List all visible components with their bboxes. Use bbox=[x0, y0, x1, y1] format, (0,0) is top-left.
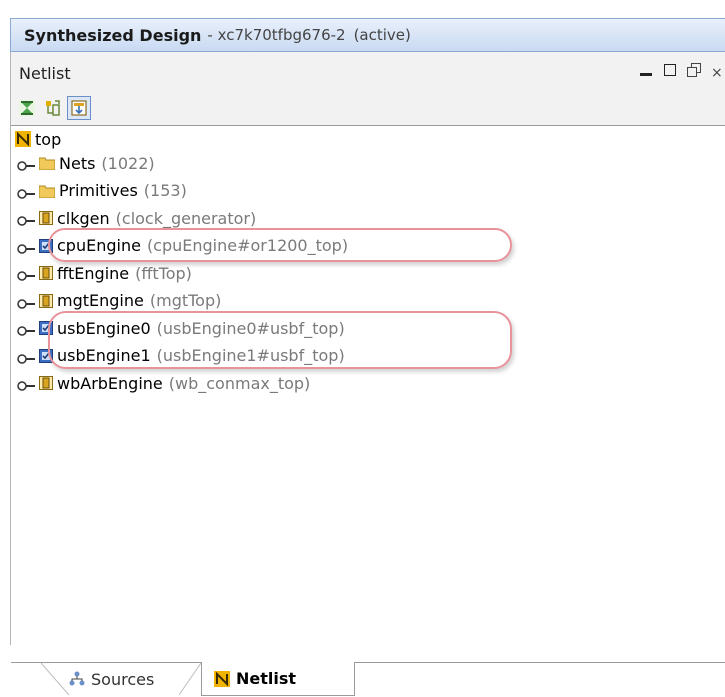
tree-node-mgtengine[interactable]: mgtEngine (mgtTop) bbox=[17, 290, 221, 312]
tree-node-fftengine[interactable]: fftEngine (fftTop) bbox=[17, 262, 192, 284]
expand-toggle-icon[interactable] bbox=[17, 157, 37, 171]
show-selected-button[interactable] bbox=[67, 96, 91, 120]
tree-node-label: wbArbEngine bbox=[57, 373, 163, 393]
black-box-icon bbox=[39, 238, 53, 253]
tree-node-detail: (usbEngine1#usbf_top) bbox=[156, 346, 345, 365]
expand-all-icon bbox=[46, 100, 60, 116]
expand-toggle-icon[interactable] bbox=[17, 240, 37, 254]
tree-node-label: usbEngine1 bbox=[57, 346, 151, 365]
tree-node-clkgen[interactable]: clkgen (clock_generator) bbox=[17, 207, 256, 229]
minimize-icon[interactable] bbox=[639, 62, 653, 78]
collapse-all-icon bbox=[19, 100, 35, 116]
panel-header: Netlist × bbox=[11, 52, 725, 94]
tree-node-label: cpuEngine bbox=[57, 236, 141, 255]
tree-node-usbengine1[interactable]: usbEngine1 (usbEngine1#usbf_top) bbox=[17, 345, 345, 367]
tree-node-detail: (clock_generator) bbox=[115, 208, 257, 228]
design-part: - xc7k70tfbg676-2 bbox=[207, 26, 346, 44]
tree-node-detail: (usbEngine0#usbf_top) bbox=[156, 318, 345, 338]
tree-node-detail: (153) bbox=[143, 181, 187, 200]
show-selected-icon bbox=[71, 100, 87, 116]
tree-node-usbengine0[interactable]: usbEngine0 (usbEngine0#usbf_top) bbox=[17, 317, 345, 339]
expand-toggle-icon[interactable] bbox=[17, 212, 37, 226]
folder-icon bbox=[39, 156, 55, 170]
cell-icon bbox=[39, 293, 53, 308]
tree-node-detail: (cpuEngine#or1200_top) bbox=[146, 236, 349, 255]
black-box-icon bbox=[39, 321, 53, 335]
tree-node-wbarbengine[interactable]: wbArbEngine (wb_conmax_top) bbox=[17, 372, 310, 394]
expand-toggle-icon[interactable] bbox=[17, 185, 37, 199]
tab-sources[interactable]: Sources bbox=[69, 663, 154, 695]
netlist-icon bbox=[214, 670, 230, 687]
tree-node-label: clkgen bbox=[57, 208, 110, 228]
tree-root-label: top bbox=[35, 129, 62, 149]
tree-node-detail: (1022) bbox=[101, 153, 155, 173]
tab-netlist[interactable]: Netlist bbox=[201, 662, 355, 696]
design-title: Synthesized Design bbox=[24, 25, 202, 45]
restore-icon[interactable] bbox=[687, 62, 701, 78]
tree-node-label: usbEngine0 bbox=[57, 318, 151, 338]
expand-toggle-icon[interactable] bbox=[17, 350, 37, 364]
tree-node-cpuengine[interactable]: cpuEngine (cpuEngine#or1200_top) bbox=[17, 235, 348, 257]
tree-root[interactable]: top bbox=[15, 128, 61, 150]
panel-title: Netlist bbox=[19, 63, 71, 83]
expand-toggle-icon[interactable] bbox=[17, 377, 37, 391]
hierarchy-icon bbox=[69, 671, 85, 687]
design-title-bar: Synthesized Design - xc7k70tfbg676-2 (ac… bbox=[10, 18, 725, 52]
tree-node-nets[interactable]: Nets (1022) bbox=[17, 152, 155, 174]
maximize-icon[interactable] bbox=[663, 62, 677, 78]
tab-divider bbox=[41, 663, 70, 696]
tab-divider bbox=[179, 663, 202, 696]
collapse-all-button[interactable] bbox=[15, 96, 39, 120]
tree-node-label: Primitives bbox=[59, 181, 138, 200]
expand-all-button[interactable] bbox=[41, 96, 65, 120]
expand-toggle-icon[interactable] bbox=[17, 322, 37, 336]
tree-node-label: Nets bbox=[59, 153, 96, 173]
cell-icon bbox=[39, 376, 53, 390]
tree-node-detail: (mgtTop) bbox=[149, 291, 222, 310]
tab-sources-label: Sources bbox=[91, 669, 155, 689]
tree-node-detail: (fftTop) bbox=[135, 263, 192, 283]
cell-icon bbox=[39, 211, 53, 225]
netlist-toolbar bbox=[15, 94, 91, 122]
tree-node-label: mgtEngine bbox=[57, 291, 144, 310]
folder-icon bbox=[39, 184, 55, 198]
expand-toggle-icon[interactable] bbox=[17, 267, 37, 281]
black-box-icon bbox=[39, 348, 53, 363]
netlist-tree: top Nets (1022) Primitives (153) clkgen (cloc… bbox=[11, 125, 725, 663]
netlist-root-icon bbox=[15, 131, 31, 147]
tree-node-primitives[interactable]: Primitives (153) bbox=[17, 180, 187, 202]
close-icon[interactable]: × bbox=[711, 62, 725, 81]
tree-node-detail: (wb_conmax_top) bbox=[168, 373, 311, 393]
expand-toggle-icon[interactable] bbox=[17, 295, 37, 309]
netlist-panel: Netlist × top Nets (1022) Primitives (15… bbox=[10, 52, 725, 696]
tab-netlist-label: Netlist bbox=[236, 669, 297, 688]
window-controls: × bbox=[639, 62, 725, 81]
cell-icon bbox=[39, 266, 53, 280]
bottom-tab-strip: Sources Netlist bbox=[11, 662, 725, 697]
tree-node-label: fftEngine bbox=[57, 263, 130, 283]
design-status: (active) bbox=[353, 26, 411, 44]
